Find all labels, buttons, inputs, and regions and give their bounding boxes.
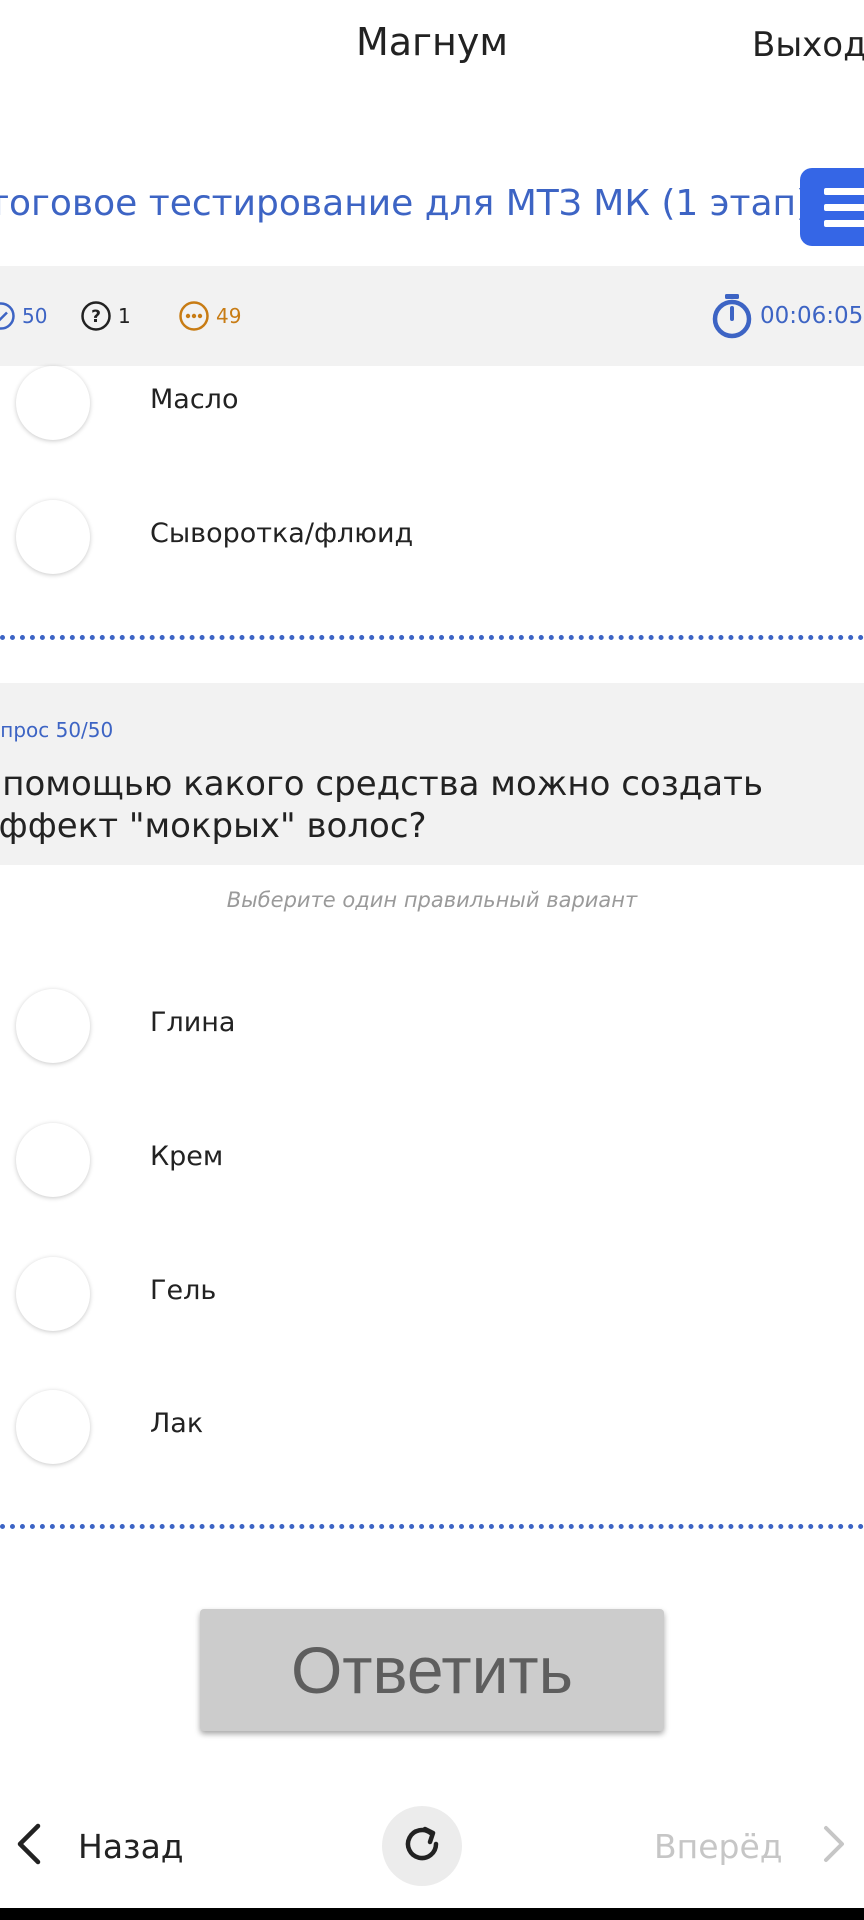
answer-option[interactable]: Гель bbox=[0, 1233, 864, 1343]
svg-text:?: ? bbox=[91, 307, 101, 327]
radio-button[interactable] bbox=[16, 1390, 90, 1464]
bottom-navigation: Назад Вперёд bbox=[0, 1786, 864, 1906]
skipped-count: 1 bbox=[118, 304, 131, 328]
question-block: опрос 50/50 : помощью какого средства мо… bbox=[0, 683, 864, 865]
answer-option[interactable]: Крем bbox=[0, 1099, 864, 1209]
chevron-right-icon bbox=[821, 1824, 847, 1868]
option-label: Глина bbox=[150, 1007, 236, 1038]
answer-option[interactable]: Сыворотка/флюид bbox=[0, 476, 864, 586]
option-label: Масло bbox=[150, 384, 239, 415]
answer-button[interactable]: Ответить bbox=[200, 1609, 664, 1731]
answer-option[interactable]: Масло bbox=[0, 342, 864, 452]
question-counter: опрос 50/50 bbox=[0, 718, 114, 742]
back-label: Назад bbox=[78, 1826, 184, 1866]
question-circle-icon: ? bbox=[80, 300, 112, 332]
back-button[interactable]: Назад bbox=[14, 1786, 184, 1906]
option-label: Гель bbox=[150, 1275, 217, 1306]
refresh-button[interactable] bbox=[382, 1806, 462, 1886]
question-divider bbox=[0, 635, 864, 640]
exit-button[interactable]: Выход bbox=[752, 25, 864, 65]
app-title: Магнум bbox=[355, 20, 509, 64]
radio-button[interactable] bbox=[16, 500, 90, 574]
question-divider bbox=[0, 1524, 864, 1529]
remaining-count: 49 bbox=[216, 304, 242, 328]
forward-label: Вперёд bbox=[654, 1826, 783, 1866]
answer-instruction: Выберите один правильный вариант bbox=[226, 888, 638, 912]
option-label: Крем bbox=[150, 1141, 224, 1172]
forward-button[interactable]: Вперёд bbox=[654, 1786, 847, 1906]
radio-button[interactable] bbox=[16, 1257, 90, 1331]
radio-button[interactable] bbox=[16, 1123, 90, 1197]
check-circle-icon bbox=[0, 301, 16, 331]
radio-button[interactable] bbox=[16, 989, 90, 1063]
more-circle-icon bbox=[178, 300, 210, 332]
question-text: : помощью какого средства можно создать … bbox=[0, 764, 763, 846]
option-label: Сыворотка/флюид bbox=[150, 518, 414, 549]
system-bar-edge bbox=[0, 1908, 864, 1920]
stopwatch-icon bbox=[710, 292, 754, 340]
answer-option[interactable]: Лак bbox=[0, 1366, 864, 1476]
answered-count: 50 bbox=[22, 304, 48, 328]
option-label: Лак bbox=[150, 1408, 204, 1439]
timer-value: 00:06:05 bbox=[760, 303, 864, 329]
answer-option[interactable]: Глина bbox=[0, 965, 864, 1075]
refresh-icon bbox=[399, 1821, 445, 1871]
menu-button[interactable] bbox=[800, 168, 864, 246]
chevron-left-icon bbox=[14, 1822, 44, 1870]
radio-button[interactable] bbox=[16, 366, 90, 440]
test-title: тоговое тестирование для МТЗ МК (1 этап) bbox=[0, 183, 811, 224]
